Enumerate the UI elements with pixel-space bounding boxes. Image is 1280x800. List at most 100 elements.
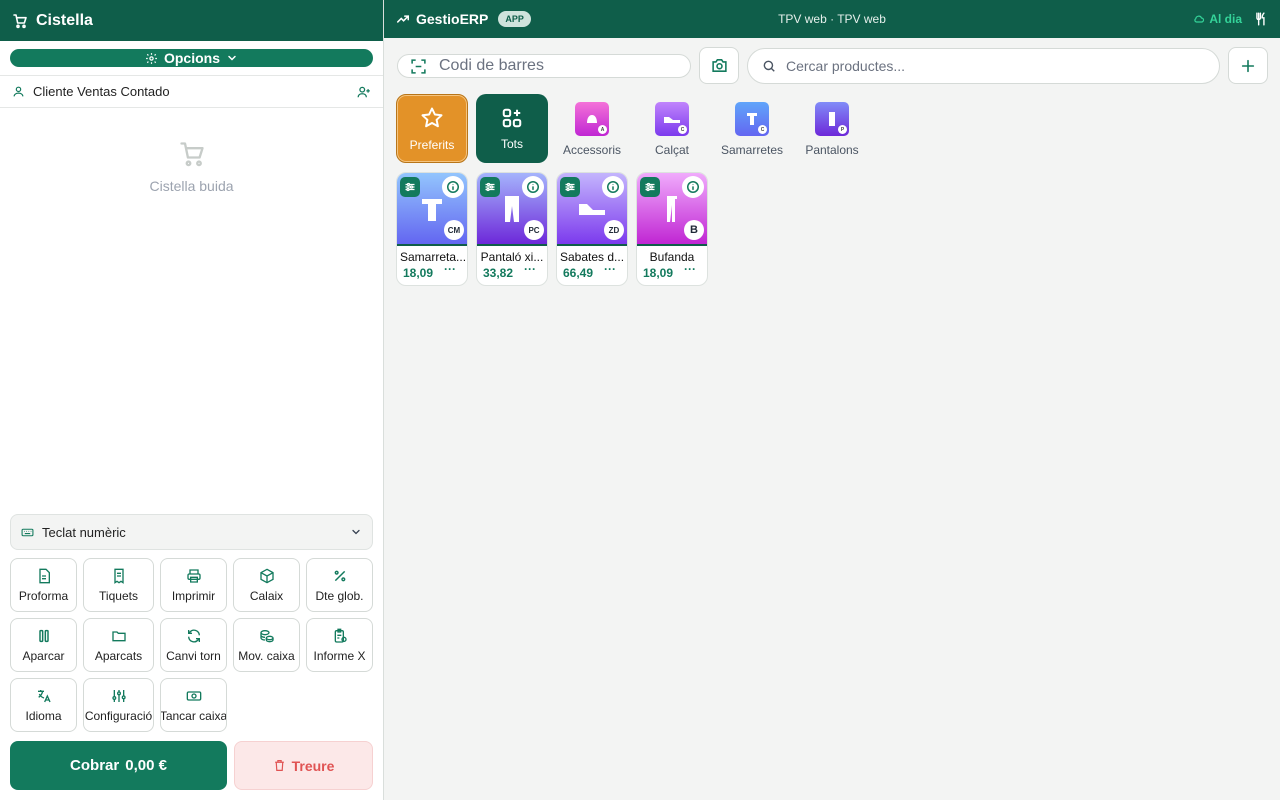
product-card[interactable]: ZD Sabates d... 66,49 ···	[556, 172, 628, 286]
action-label: Configuració	[84, 708, 153, 723]
category-all[interactable]: Tots	[476, 94, 548, 163]
close-till-button[interactable]: Tancar caixa	[160, 678, 227, 732]
empty-cart: Cistella buida	[0, 140, 383, 194]
options-label: Opcions	[163, 50, 220, 66]
action-label: Mov. caixa	[238, 648, 295, 663]
print-button[interactable]: Imprimir	[160, 558, 227, 612]
camera-button[interactable]	[699, 47, 739, 84]
category-label: Accessoris	[562, 143, 621, 157]
cloud-icon	[1193, 13, 1205, 25]
trash-icon	[273, 759, 286, 772]
app-badge: APP	[498, 11, 531, 27]
chevron-down-icon	[226, 52, 238, 64]
search-icon	[762, 59, 776, 73]
camera-icon	[711, 57, 728, 74]
more-options-icon[interactable]: ···	[439, 263, 461, 281]
options-button[interactable]: Opcions	[10, 49, 373, 67]
printer-icon	[186, 568, 202, 584]
category-mini-badge: A	[598, 125, 607, 134]
numeric-keypad-toggle[interactable]: Teclat numèric	[10, 514, 373, 550]
coins-icon	[259, 628, 275, 644]
more-options-icon[interactable]: ···	[519, 263, 541, 281]
variants-icon[interactable]	[480, 177, 500, 197]
action-label: Idioma	[25, 708, 62, 723]
document-icon	[36, 568, 52, 584]
product-card[interactable]: PC Pantaló xi... 33,82 ···	[476, 172, 548, 286]
category-tshirts[interactable]: C Samarretes	[712, 102, 792, 157]
barcode-placeholder: Codi de barres	[439, 57, 544, 74]
product-search-input[interactable]: Cercar productes...	[747, 48, 1220, 84]
info-icon[interactable]	[522, 176, 544, 198]
more-options-icon[interactable]: ···	[679, 263, 701, 281]
action-label: Proforma	[18, 588, 69, 603]
action-label: Canvi torn	[166, 648, 221, 663]
drawer-button[interactable]: Calaix	[233, 558, 300, 612]
pay-button[interactable]: Cobrar 0,00 €	[10, 741, 227, 790]
parked-button[interactable]: Aparcats	[83, 618, 154, 672]
barcode-scan-icon	[410, 58, 427, 75]
keypad-label: Teclat numèric	[42, 524, 126, 540]
cart-icon	[12, 13, 28, 29]
info-icon[interactable]	[442, 176, 464, 198]
global-discount-button[interactable]: Dte glob.	[306, 558, 373, 612]
add-user-icon[interactable]	[357, 85, 371, 99]
add-product-button[interactable]	[1228, 47, 1268, 84]
barcode-input[interactable]: Codi de barres	[397, 54, 691, 78]
category-label: Preferits	[409, 137, 455, 152]
variants-icon[interactable]	[640, 177, 660, 197]
cart-title: Cistella	[36, 11, 93, 29]
action-label: Aparcats	[94, 648, 143, 663]
cash-movement-button[interactable]: Mov. caixa	[233, 618, 300, 672]
category-favorites[interactable]: Preferits	[396, 94, 468, 163]
action-grid: Proforma Tiquets Imprimir Calaix Dte glo…	[10, 558, 373, 732]
product-name: Sabates d...	[560, 250, 625, 264]
category-label: Pantalons	[805, 143, 859, 157]
remove-button[interactable]: Treure	[234, 741, 373, 790]
sync-status-label: Al dia	[1209, 12, 1242, 26]
sliders-icon	[111, 688, 127, 704]
settings-button[interactable]: Configuració	[83, 678, 154, 732]
category-accessories[interactable]: A Accessoris	[552, 102, 632, 157]
trending-up-icon	[396, 12, 410, 26]
product-code-badge: B	[684, 220, 704, 240]
client-name: Cliente Ventas Contado	[33, 84, 170, 99]
client-row[interactable]: Cliente Ventas Contado	[0, 76, 383, 108]
box-icon	[259, 568, 275, 584]
brand: GestioERP APP	[396, 11, 531, 27]
variants-icon[interactable]	[560, 177, 580, 197]
report-x-button[interactable]: Informe X	[306, 618, 373, 672]
info-icon[interactable]	[682, 176, 704, 198]
cash-icon	[186, 688, 202, 704]
tickets-button[interactable]: Tiquets	[83, 558, 154, 612]
chevron-down-icon	[350, 526, 362, 538]
clipboard-icon	[332, 628, 348, 644]
grid-plus-icon	[501, 107, 523, 129]
product-card[interactable]: CM Samarreta... 18,09 ···	[396, 172, 468, 286]
action-label: Dte glob.	[315, 588, 364, 603]
trousers-icon: P	[815, 102, 849, 136]
more-options-icon[interactable]: ···	[599, 263, 621, 281]
pay-label: Cobrar	[70, 757, 120, 774]
action-label: Imprimir	[171, 588, 216, 603]
pay-amount: 0,00 €	[125, 757, 167, 774]
sync-status[interactable]: Al dia	[1193, 12, 1242, 26]
category-trousers[interactable]: P Pantalons	[792, 102, 872, 157]
category-shoes[interactable]: C Calçat	[632, 102, 712, 157]
product-price: 18,09	[642, 266, 674, 280]
product-code-badge: PC	[524, 220, 544, 240]
category-label: Calçat	[654, 143, 689, 157]
info-icon[interactable]	[602, 176, 624, 198]
tshirt-icon	[421, 196, 443, 222]
user-icon	[12, 85, 25, 98]
shift-change-button[interactable]: Canvi torn	[160, 618, 227, 672]
tshirt-icon: C	[735, 102, 769, 136]
proforma-button[interactable]: Proforma	[10, 558, 77, 612]
language-button[interactable]: Idioma	[10, 678, 77, 732]
action-label: Informe X	[313, 648, 366, 663]
star-icon	[420, 106, 444, 130]
park-button[interactable]: Aparcar	[10, 618, 77, 672]
refresh-icon	[186, 628, 202, 644]
product-card[interactable]: B Bufanda 18,09 ···	[636, 172, 708, 286]
variants-icon[interactable]	[400, 177, 420, 197]
restaurant-icon[interactable]	[1254, 11, 1268, 27]
